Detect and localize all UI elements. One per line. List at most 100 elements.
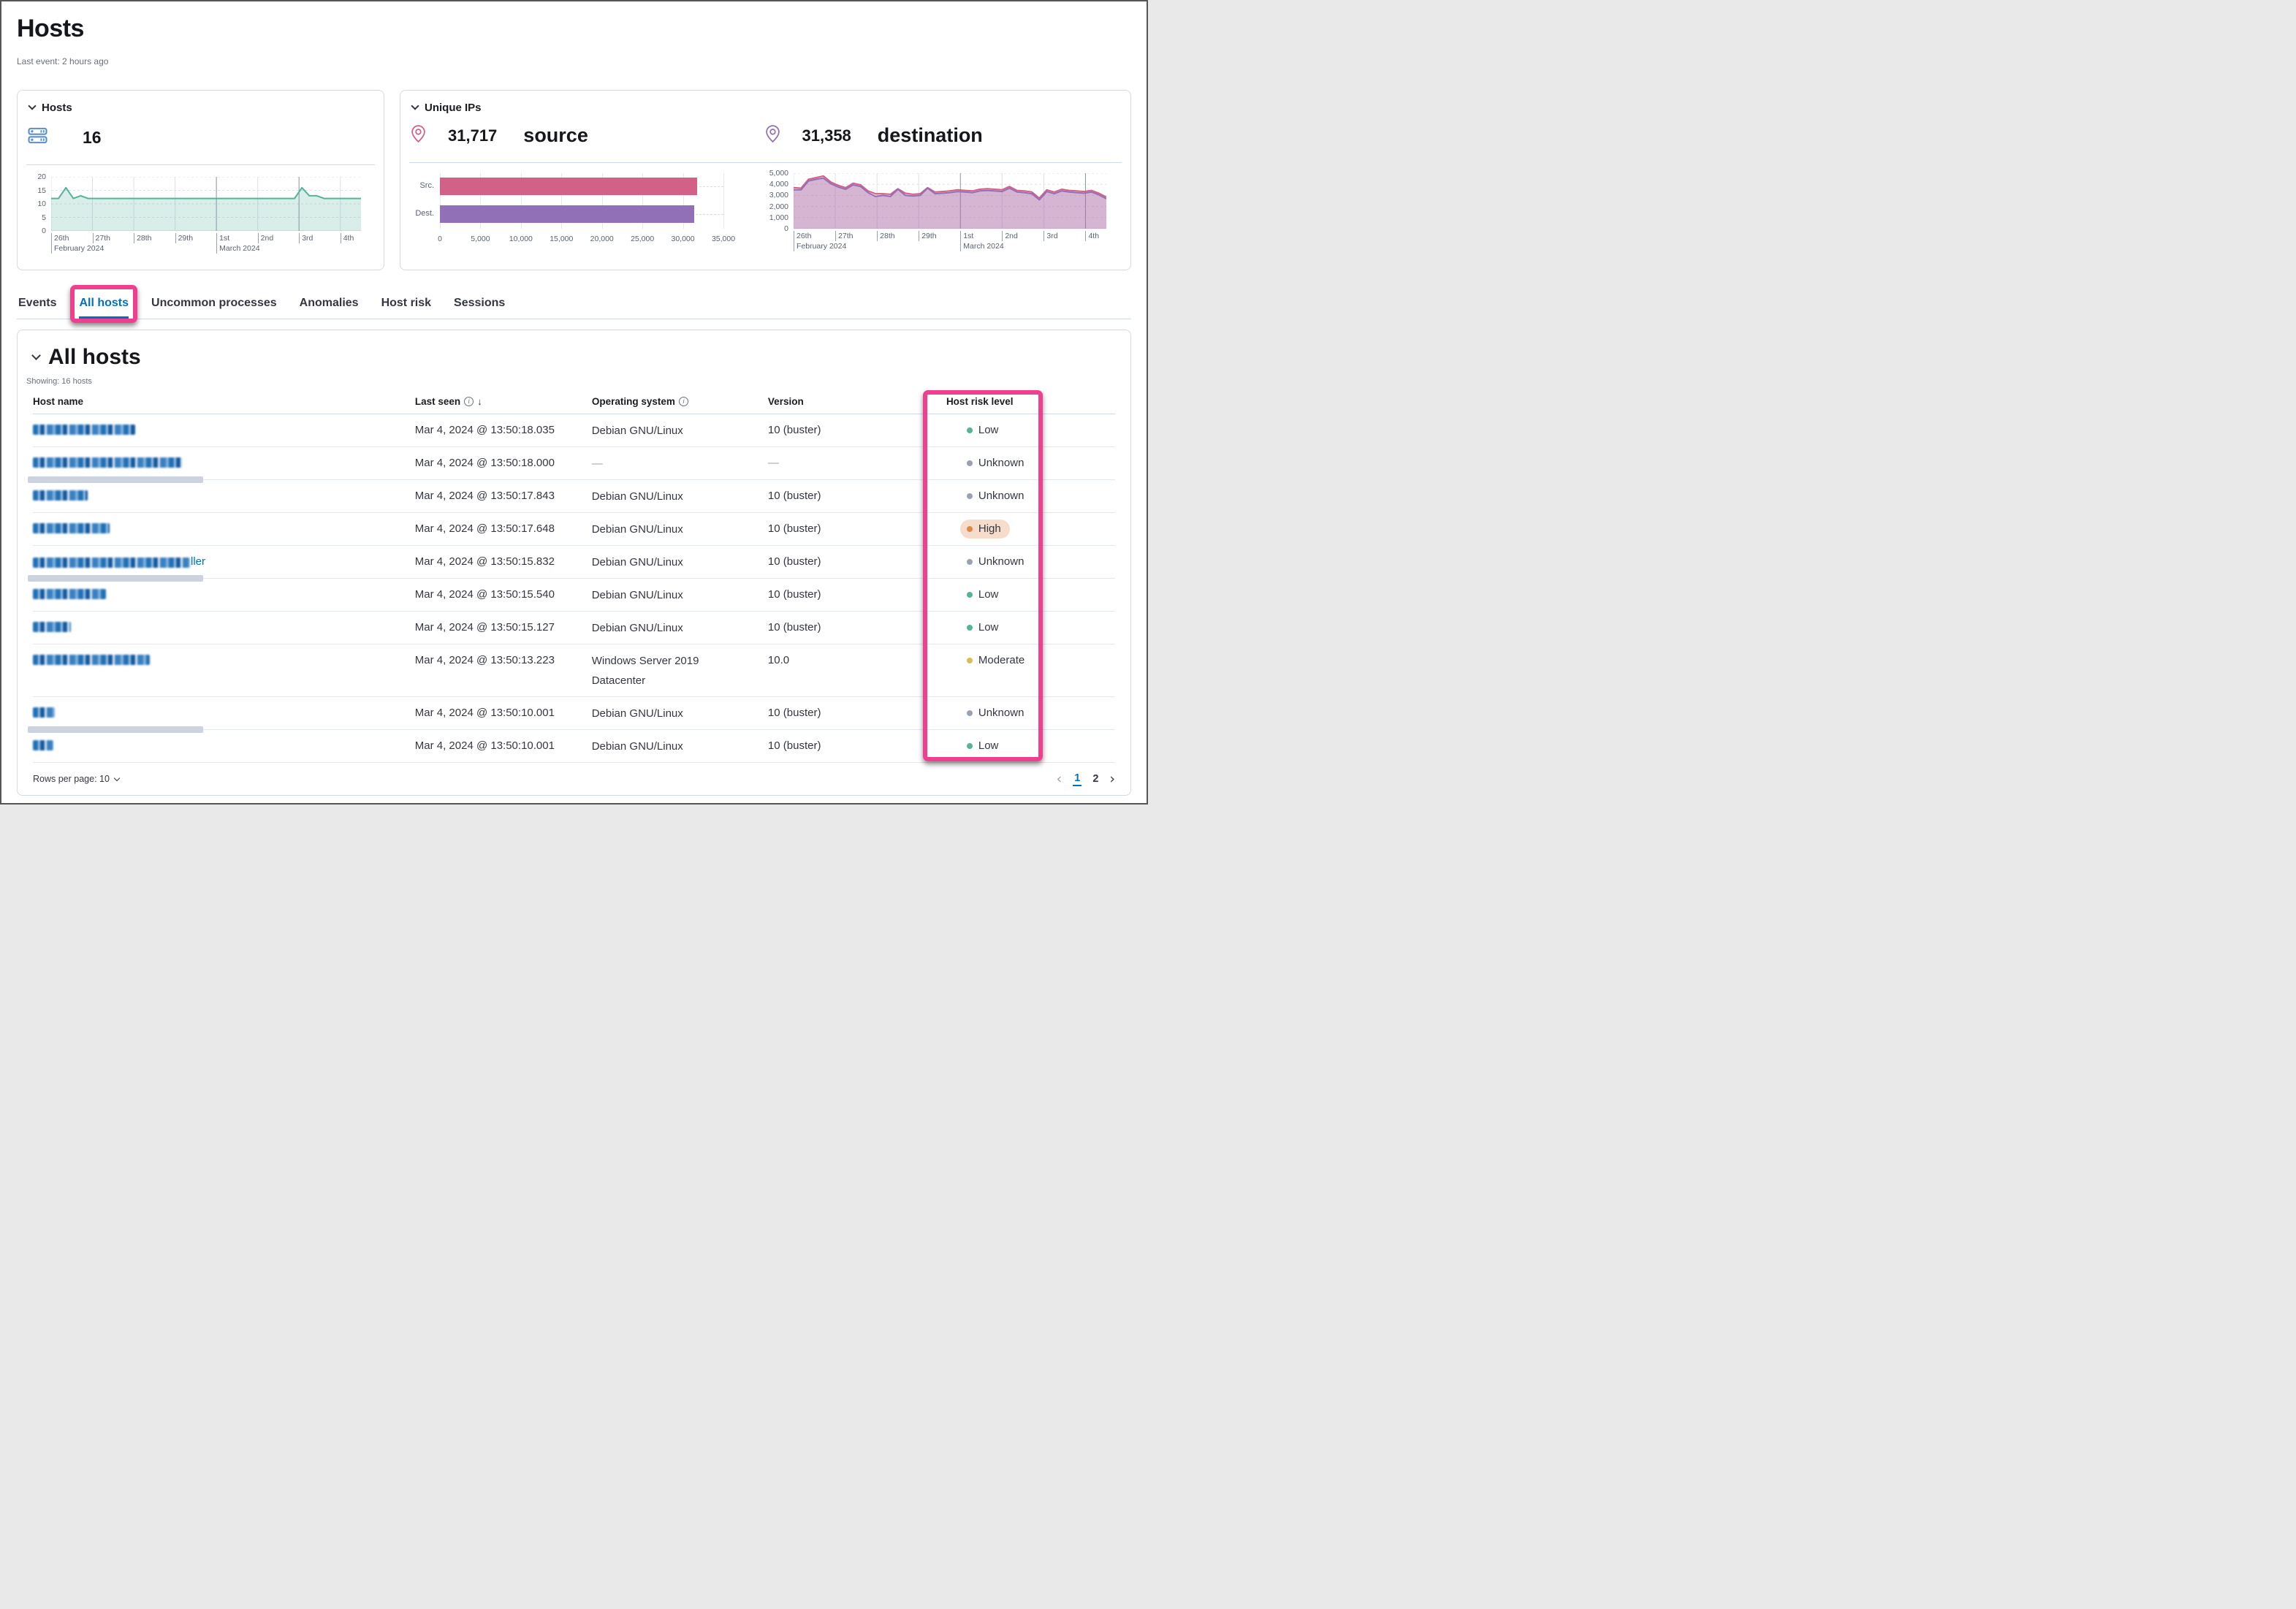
destination-ips-count: 31,358 [802, 126, 851, 145]
x-axis-tick-label: 4th [1085, 231, 1099, 242]
os-cell: Debian GNU/Linux [591, 523, 683, 536]
rows-per-page-label: Rows per page: 10 [33, 774, 110, 784]
host-name-cell [28, 706, 415, 733]
x-axis-tick-label: 27th [92, 233, 110, 244]
sort-descending-icon[interactable]: ↓ [477, 396, 482, 407]
unique-ips-kpi-panel: Unique IPs 31,717 source 31,358 destinat… [400, 90, 1131, 270]
collapse-chevron-icon[interactable] [31, 350, 41, 360]
x-axis-tick-label: 35,000 [711, 235, 736, 243]
risk-label: Unknown [978, 555, 1025, 568]
last-event-text: Last event: 2 hours ago [17, 56, 109, 66]
risk-cell: Unknown [946, 706, 1115, 720]
last-seen-cell: Mar 4, 2024 @ 13:50:18.035 [414, 424, 555, 436]
y-axis-tick-label: 5 [42, 213, 46, 222]
last-seen-cell: Mar 4, 2024 @ 13:50:10.001 [414, 739, 555, 752]
tab-sessions[interactable]: Sessions [454, 292, 505, 319]
version-cell: 10 (buster) [767, 621, 821, 634]
risk-badge: Unknown [966, 489, 1024, 503]
risk-badge: Low [966, 587, 999, 602]
tab-label: Events [18, 297, 57, 309]
os-cell: Windows Server 2019 Datacenter [591, 655, 699, 687]
column-label: Operating system [591, 396, 675, 407]
chevron-right-icon[interactable]: › [1109, 772, 1115, 786]
tab-label: Uncommon processes [151, 297, 277, 309]
column-label: Version [767, 396, 804, 407]
host-name-link[interactable] [33, 522, 110, 533]
risk-dot [966, 710, 973, 716]
version-cell: — [767, 457, 779, 469]
collapse-chevron-icon[interactable] [411, 102, 419, 110]
os-cell: Debian GNU/Linux [591, 589, 683, 601]
risk-cell: Low [946, 423, 1115, 438]
host-name-cell [33, 587, 415, 604]
host-name-link[interactable] [33, 423, 135, 435]
host-name-cell [28, 456, 415, 483]
redacted-host-name [33, 490, 88, 501]
table-row: Mar 4, 2024 @ 13:50:13.223 Windows Server… [33, 644, 1115, 697]
x-axis-tick-label: 1st March 2024 [960, 231, 1004, 252]
chevron-down-icon [113, 775, 121, 781]
os-cell: Debian GNU/Linux [591, 622, 683, 634]
host-name-link[interactable]: ller [33, 555, 205, 569]
y-axis-tick-label: 4,000 [769, 180, 788, 189]
host-name-cell [33, 739, 415, 755]
tab-anomalies[interactable]: Anomalies [300, 292, 359, 319]
risk-label: Low [978, 588, 999, 601]
source-ips-label: source [523, 124, 588, 146]
risk-cell: Low [946, 739, 1115, 753]
tab-label: Host risk [381, 297, 432, 309]
host-name-link[interactable] [33, 653, 150, 665]
col-version[interactable]: Version [768, 396, 946, 407]
last-seen-cell: Mar 4, 2024 @ 13:50:17.843 [414, 490, 555, 502]
x-axis-tick-label: 1st March 2024 [216, 233, 260, 254]
risk-cell: Low [946, 620, 1115, 635]
table-row: Mar 4, 2024 @ 13:50:18.000 — — Unknown [28, 447, 1115, 483]
page-1-button[interactable]: 1 [1073, 772, 1082, 786]
y-axis-tick-label: 2,000 [769, 202, 788, 211]
host-name-cell [33, 620, 415, 636]
page-2-button[interactable]: 2 [1092, 773, 1098, 785]
chevron-left-icon[interactable]: ‹ [1057, 772, 1063, 786]
table-row: Mar 4, 2024 @ 13:50:18.035 Debian GNU/Lin… [33, 414, 1115, 447]
column-label: Last seen [414, 396, 461, 407]
tab-host-risk[interactable]: Host risk [381, 292, 431, 319]
version-cell: 10 (buster) [767, 588, 821, 601]
risk-badge: Low [966, 620, 998, 635]
bar-plot-area [440, 173, 724, 229]
os-cell: Debian GNU/Linux [591, 490, 683, 503]
host-name-link[interactable] [33, 456, 183, 468]
host-name-link[interactable] [33, 489, 88, 501]
last-seen-cell: Mar 4, 2024 @ 13:50:15.127 [414, 621, 555, 634]
host-name-link[interactable] [33, 587, 106, 599]
unique-ips-panel-title: Unique IPs [425, 102, 482, 114]
os-cell: Debian GNU/Linux [591, 740, 683, 753]
host-name-link[interactable] [33, 739, 53, 750]
last-seen-cell: Mar 4, 2024 @ 13:50:15.540 [414, 588, 555, 601]
col-operating-system[interactable]: Operating system i [592, 396, 768, 407]
col-host-risk-level[interactable]: Host risk level [946, 396, 1115, 407]
redacted-host-name [33, 740, 53, 750]
table-row: ller Mar 4, 2024 @ 13:50:15.832 Debian GNU… [28, 546, 1115, 582]
rows-per-page-button[interactable]: Rows per page: 10 [33, 774, 121, 784]
tab-all-hosts[interactable]: All hosts [70, 285, 138, 323]
y-axis-tick-label: 15 [37, 186, 46, 195]
tab-uncommon-processes[interactable]: Uncommon processes [151, 292, 277, 319]
collapse-chevron-icon[interactable] [28, 102, 37, 110]
version-cell: 10 (buster) [767, 522, 821, 535]
x-axis-tick-label: 29th [919, 231, 937, 242]
col-last-seen[interactable]: Last seen i ↓ [415, 396, 592, 407]
host-name-suffix: ller [191, 555, 206, 568]
x-axis-tick-label: 5,000 [471, 235, 490, 243]
version-cell: 10 (buster) [767, 424, 821, 436]
col-host-name[interactable]: Host name [33, 396, 415, 407]
tab-events[interactable]: Events [18, 292, 56, 319]
risk-badge: Low [966, 423, 998, 438]
table-row: Mar 4, 2024 @ 13:50:17.648 Debian GNU/Lin… [33, 513, 1115, 546]
tab-label: Sessions [454, 297, 506, 309]
tabs: Events All hosts Uncommon processes Anomali… [17, 285, 1131, 323]
risk-cell: Low [946, 587, 1115, 602]
host-name-cell [33, 653, 415, 669]
hosts-area-chart: 0 5 10 15 20 26th February 2024 27th 28th 29th 1st… [29, 172, 368, 257]
host-name-link[interactable] [33, 620, 71, 632]
host-name-link[interactable] [33, 706, 55, 718]
